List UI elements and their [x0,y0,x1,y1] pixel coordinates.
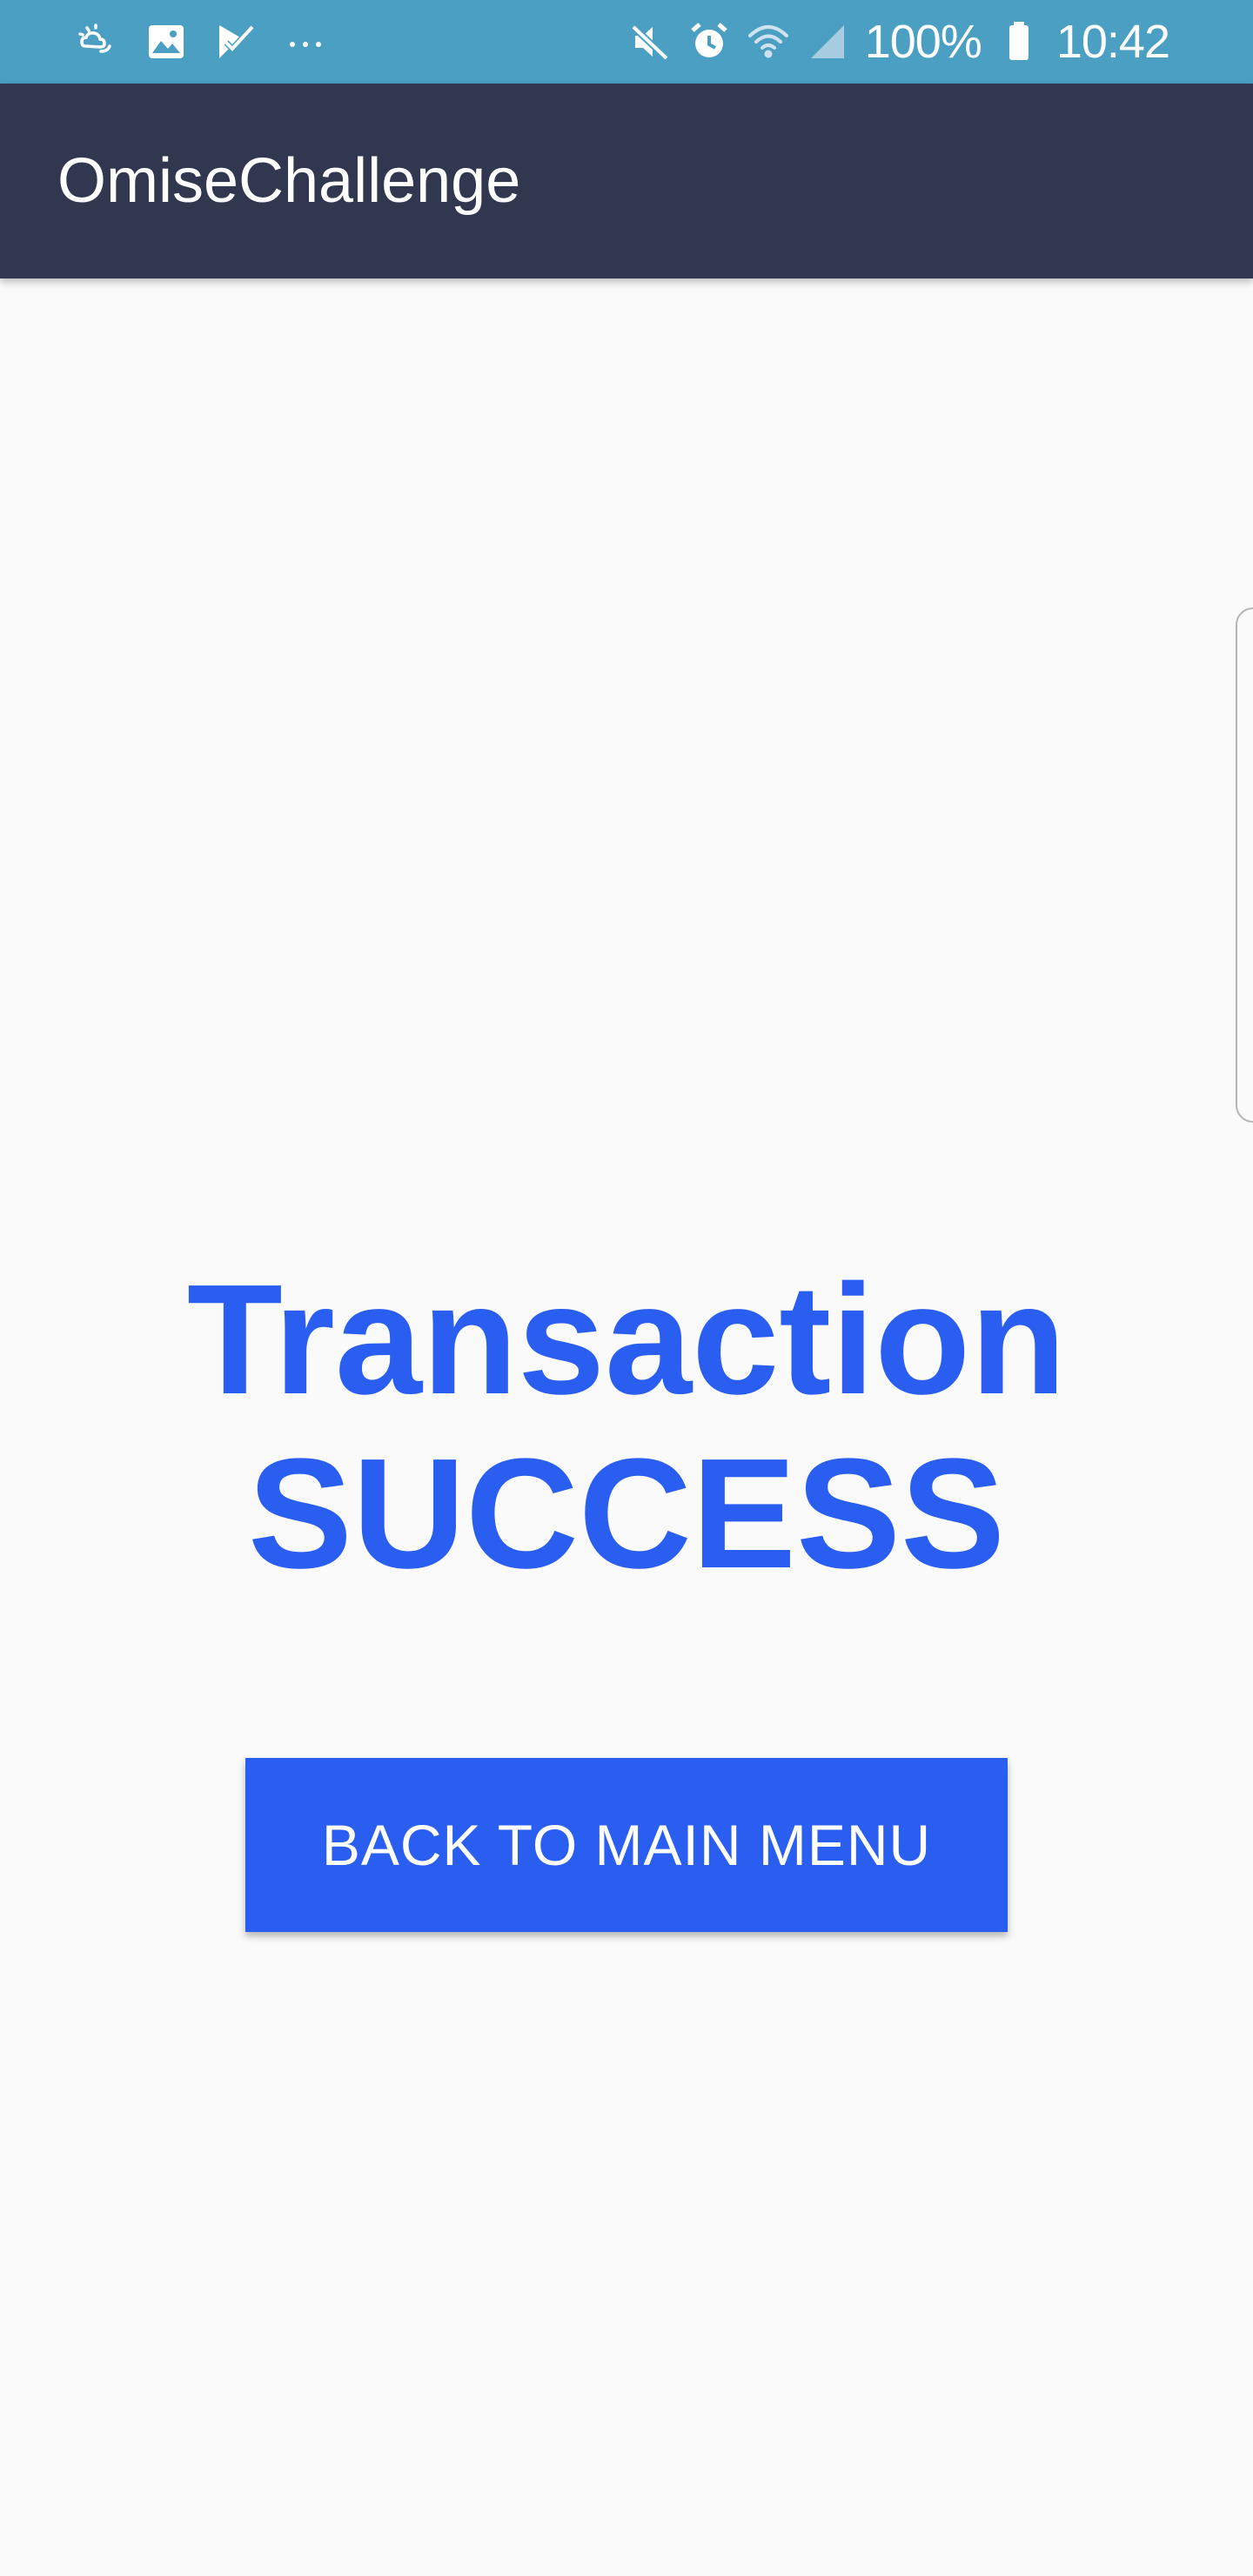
transaction-status: Transaction SUCCESS [0,1253,1253,1601]
clock-time: 10:42 [1055,16,1170,68]
more-dots-icon [284,20,327,64]
headline-success: SUCCESS [247,1426,1006,1601]
battery-percent: 100% [864,16,982,68]
image-icon [144,20,188,64]
app-bar: OmiseChallenge [0,84,1253,278]
headline-transaction: Transaction [186,1252,1067,1427]
task-check-icon [214,20,258,64]
signal-icon [806,20,849,64]
back-to-main-menu-button[interactable]: BACK TO MAIN MENU [245,1758,1008,1932]
battery-icon [997,20,1041,64]
status-bar: 100% 10:42 [0,0,1253,84]
edge-panel-handle[interactable] [1236,607,1253,1123]
notification-icons [75,16,327,68]
cloud-sun-icon [75,20,118,64]
mute-icon [628,20,672,64]
alarm-icon [687,20,731,64]
wifi-icon [747,20,790,64]
app-title: OmiseChallenge [57,146,521,216]
system-status: 100% 10:42 [628,12,1170,71]
